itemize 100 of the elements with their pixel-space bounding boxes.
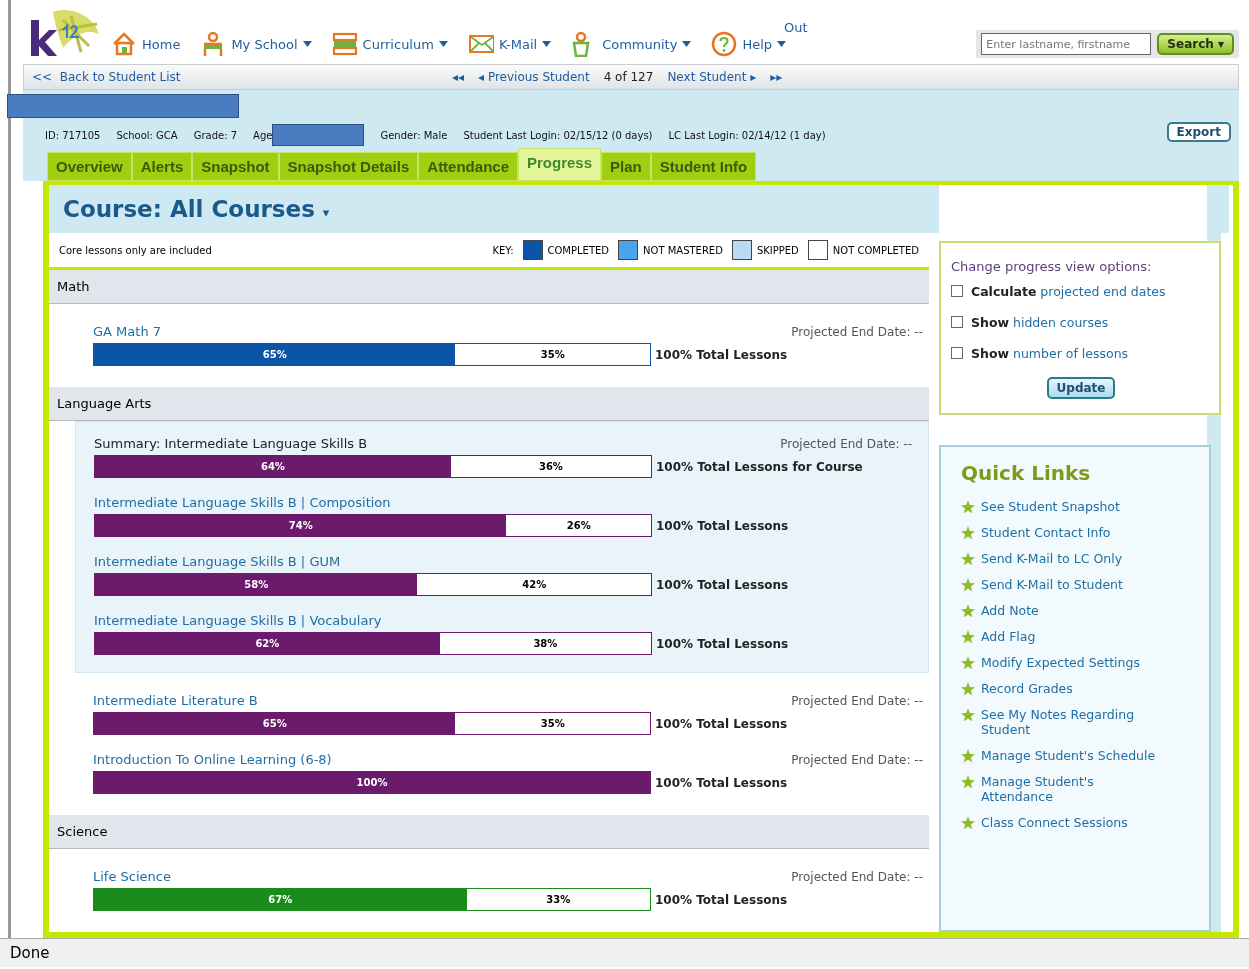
projected-end-date: Projected End Date: -- — [791, 324, 923, 339]
progress-fill: 64% — [95, 456, 451, 477]
quick-link[interactable]: Record Grades — [981, 681, 1073, 696]
total-lessons: 100% Total Lessons — [655, 347, 788, 362]
legend-label: SKIPPED — [756, 244, 799, 256]
tab[interactable]: Alerts — [131, 152, 193, 181]
total-lessons: 100% Total Lessons — [655, 892, 788, 907]
checkbox[interactable] — [951, 316, 963, 328]
house-icon — [111, 31, 137, 57]
star-icon — [961, 682, 975, 696]
course-link[interactable]: Intermediate Language Skills B | GUM — [94, 554, 341, 569]
option-label[interactable]: Show number of lessons — [971, 346, 1129, 361]
last-student-link[interactable]: ▸▸ — [770, 70, 783, 84]
star-icon — [961, 578, 975, 592]
student-info-text: ID: 717105 — [45, 129, 101, 141]
remaining-percent: 33% — [545, 893, 572, 907]
search-field[interactable]: Enter lastname, firstname — [981, 33, 1152, 55]
caret-icon[interactable]: ▾ — [322, 204, 330, 220]
quick-links-title: Quick Links — [961, 461, 1092, 485]
tab[interactable]: Student Info — [650, 152, 757, 181]
quick-link[interactable]: Send K-Mail to LC Only — [981, 551, 1123, 566]
previous-student-link[interactable]: ◂ Previous Student — [478, 70, 590, 84]
projected-end-date: Projected End Date: -- — [791, 693, 923, 708]
star-icon — [961, 500, 975, 514]
nav-menu-item[interactable]: Help — [711, 31, 787, 57]
student-info-text: Student Last Login: 02/15/12 (0 days) — [463, 129, 653, 141]
tab[interactable]: Overview — [47, 152, 132, 181]
course-title[interactable]: Course: All Courses — [63, 196, 315, 222]
legend-label: COMPLETED — [547, 244, 610, 256]
student-info-text: LC Last Login: 02/14/12 (1 day) — [668, 129, 826, 141]
options-title: Change progress view options: — [951, 259, 1153, 274]
student-info-text: Gender: Male — [380, 129, 448, 141]
nav-menu-item[interactable]: Community — [571, 31, 692, 57]
quick-link[interactable]: Modify Expected Settings — [981, 655, 1140, 670]
nav-menu-item[interactable]: Curriculum — [331, 31, 448, 57]
update-button[interactable]: Update — [1046, 377, 1116, 399]
total-lessons: 100% Total Lessons — [655, 716, 788, 731]
student-info-text: Age — [253, 129, 273, 141]
tab[interactable]: Plan — [601, 152, 651, 181]
course-link[interactable]: Intermediate Language Skills B | Vocabulary — [94, 613, 382, 628]
tab[interactable]: Snapshot Details — [278, 152, 419, 181]
quick-link[interactable]: Class Connect Sessions — [981, 815, 1128, 830]
total-lessons: 100% Total Lessons for Course — [656, 459, 863, 474]
course-link[interactable]: GA Math 7 — [93, 324, 162, 339]
section-heading: Science — [49, 815, 929, 849]
star-icon — [961, 552, 975, 566]
section-heading: Math — [49, 270, 929, 304]
projected-end-date: Projected End Date: -- — [780, 436, 912, 451]
option-label[interactable]: Show hidden courses — [971, 315, 1109, 330]
legend-label: NOT MASTERED — [643, 244, 723, 256]
star-icon — [961, 604, 975, 618]
projected-end-date: Projected End Date: -- — [791, 752, 923, 767]
nav-menu-item[interactable]: My School — [200, 31, 312, 57]
legend-label: NOT COMPLETED — [832, 244, 919, 256]
remaining-percent: 35% — [539, 717, 566, 731]
course-link[interactable]: Intermediate Literature B — [93, 693, 258, 708]
nav-menu-item[interactable]: Home — [111, 31, 181, 57]
quick-link[interactable]: Manage Student's Schedule — [981, 748, 1156, 763]
progress-fill: 100% — [94, 772, 650, 793]
remaining-percent: 38% — [532, 637, 559, 651]
checkbox[interactable] — [951, 347, 963, 359]
remaining-percent: 35% — [539, 348, 566, 362]
student-info-text: School: GCA — [116, 129, 178, 141]
progress-fill: 65% — [94, 344, 456, 365]
student-info-text: Grade: 7 — [193, 129, 238, 141]
logout-link[interactable]: Out — [784, 20, 808, 35]
quick-link[interactable]: See My Notes Regarding Student — [981, 707, 1159, 737]
star-icon — [961, 708, 975, 722]
summary-title: Summary: Intermediate Language Skills B — [94, 436, 368, 451]
next-student-link[interactable]: Next Student ▸ — [667, 70, 757, 84]
progress-fill: 62% — [95, 633, 440, 654]
option-label[interactable]: Calculate projected end dates — [971, 284, 1166, 299]
quick-link[interactable]: Send K-Mail to Student — [981, 577, 1123, 592]
quick-link[interactable]: See Student Snapshot — [981, 499, 1120, 514]
quick-link[interactable]: Student Contact Info — [981, 525, 1111, 540]
quick-link[interactable]: Add Note — [981, 603, 1039, 618]
total-lessons: 100% Total Lessons — [656, 636, 789, 651]
tab[interactable]: Snapshot — [192, 152, 279, 181]
quick-link[interactable]: Manage Student's Attendance — [981, 774, 1159, 804]
checkbox[interactable] — [951, 285, 963, 297]
first-student-link[interactable]: ◂◂ — [452, 70, 465, 84]
total-lessons: 100% Total Lessons — [656, 577, 789, 592]
progress-fill: 65% — [94, 713, 456, 734]
back-link[interactable]: << Back to Student List — [32, 70, 452, 84]
search-button[interactable]: Search ▾ — [1157, 33, 1234, 55]
key-label: KEY: — [492, 244, 514, 256]
progress-fill: 67% — [94, 889, 467, 910]
nav-menu-item[interactable]: K-Mail — [467, 31, 552, 57]
tab[interactable]: Attendance — [418, 152, 518, 181]
star-icon — [961, 816, 975, 830]
export-button[interactable]: Export — [1166, 122, 1231, 142]
total-lessons: 100% Total Lessons — [656, 518, 789, 533]
course-link[interactable]: Intermediate Language Skills B | Composition — [94, 495, 391, 510]
quick-link[interactable]: Add Flag — [981, 629, 1036, 644]
status-text: Done — [10, 944, 50, 962]
star-icon — [961, 775, 975, 789]
course-link[interactable]: Life Science — [93, 869, 171, 884]
tab[interactable]: Progress — [518, 148, 602, 181]
course-link[interactable]: Introduction To Online Learning (6-8) — [93, 752, 332, 767]
note-text: Core lessons only are included — [59, 244, 212, 256]
